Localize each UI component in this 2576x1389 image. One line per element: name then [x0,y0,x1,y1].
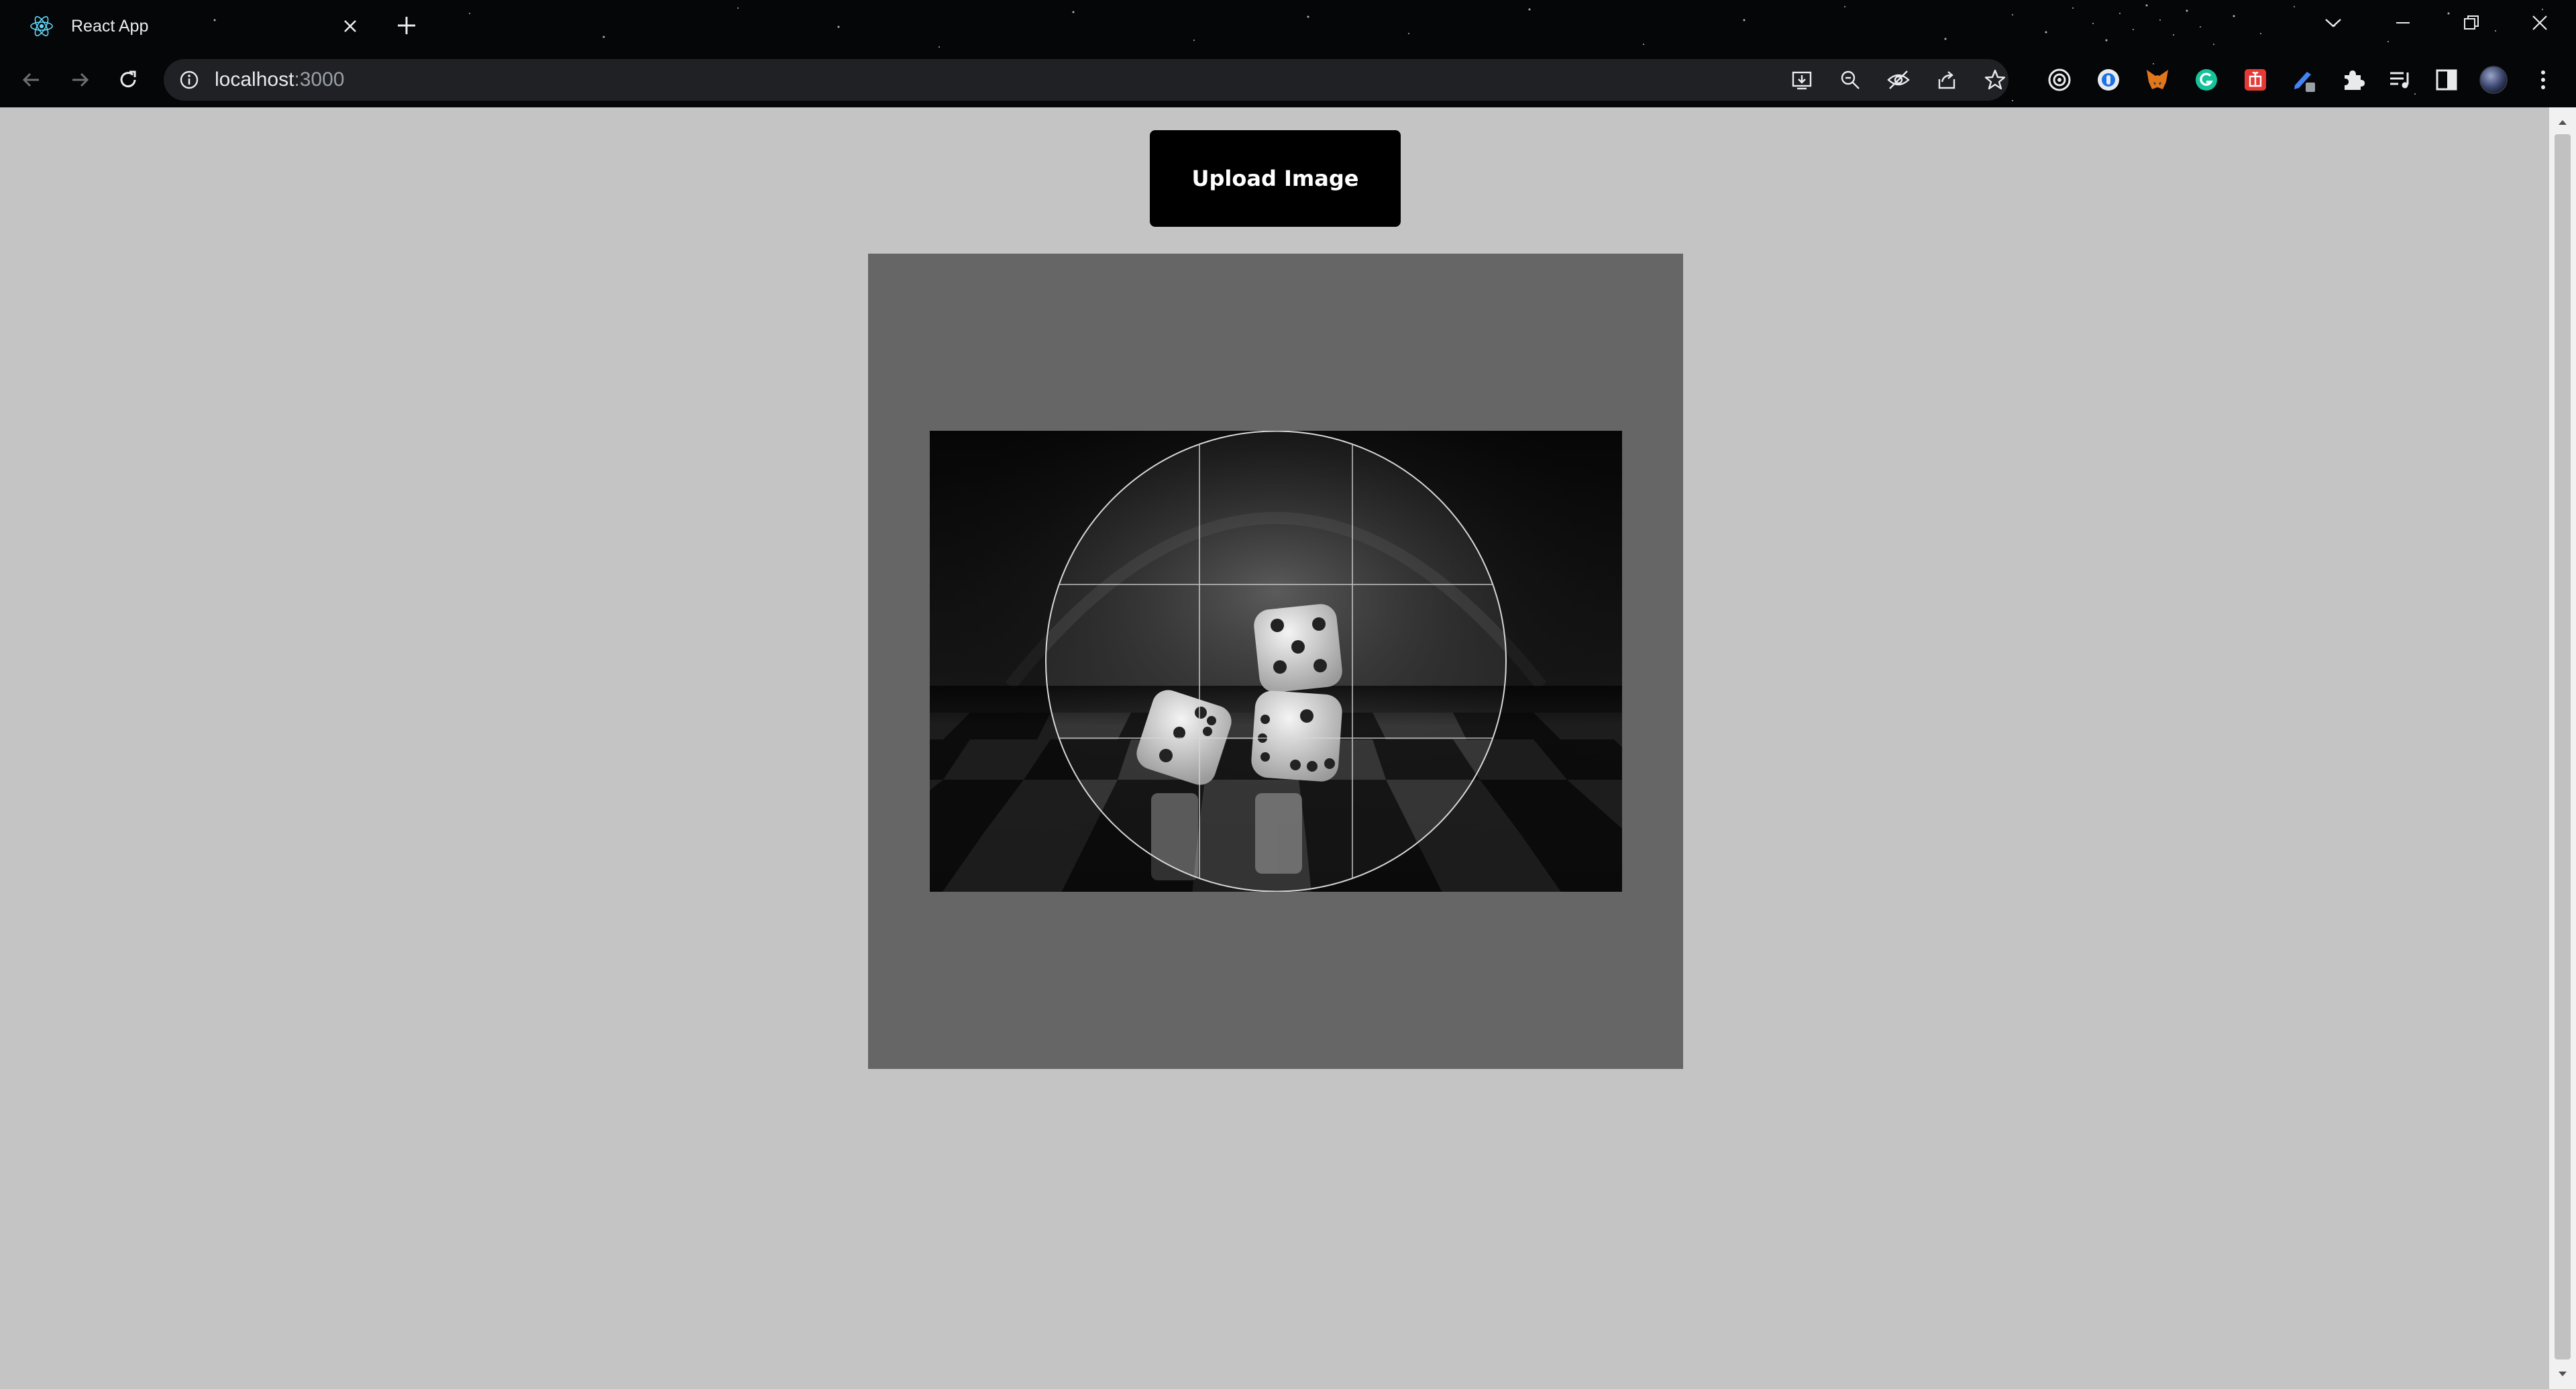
address-bar[interactable]: localhost:3000 [164,59,2008,101]
tracking-protection-icon[interactable] [1886,68,1911,92]
new-tab-icon[interactable] [392,11,421,40]
zoom-icon[interactable] [1838,68,1862,92]
react-logo-icon [30,16,53,36]
image-crop-area [868,254,1683,1069]
extension-target-icon[interactable] [2045,66,2074,94]
site-info-icon[interactable] [178,69,200,91]
die-five [1254,604,1342,692]
browser-menu-icon[interactable] [2529,66,2557,94]
upload-image-button[interactable]: Upload Image [1150,130,1401,227]
scroll-up-arrow-icon[interactable] [2549,110,2576,134]
share-icon[interactable] [1935,68,1959,92]
extension-red-gift-icon[interactable] [2241,66,2269,94]
side-panel-icon[interactable] [2432,66,2461,94]
bookmark-star-icon[interactable] [1983,68,2007,92]
extensions-puzzle-icon[interactable] [2339,66,2367,94]
extension-metamask-icon[interactable] [2143,66,2171,94]
tab-search-icon[interactable] [2313,8,2353,38]
profile-avatar[interactable] [2479,66,2508,94]
close-window-icon[interactable] [2520,8,2560,38]
reload-icon[interactable] [113,64,144,95]
extension-pen-icon[interactable] [2290,66,2318,94]
url-host: localhost [215,68,294,91]
die-six [1251,690,1342,782]
scroll-down-arrow-icon[interactable] [2549,1362,2576,1386]
page-scrollbar[interactable] [2549,107,2576,1389]
browser-toolbar: localhost:3000 [0,56,2576,103]
url-text[interactable]: localhost:3000 [215,68,344,91]
back-arrow-icon[interactable] [16,64,47,95]
forward-arrow-icon[interactable] [64,64,95,95]
install-app-icon[interactable] [1790,68,1814,92]
extension-password-icon[interactable] [2094,66,2123,94]
page-content: Upload Image [0,107,2549,1389]
scrollbar-thumb[interactable] [2555,134,2571,1359]
minimize-icon[interactable] [2383,8,2423,38]
browser-tab[interactable]: React App [15,3,370,50]
tab-title: React App [71,16,149,36]
restore-icon[interactable] [2451,8,2491,38]
dice-photo[interactable] [930,431,1622,892]
browser-chrome: React App localhost:3000 [0,0,2576,107]
close-tab-icon[interactable] [337,13,364,40]
media-queue-icon[interactable] [2386,66,2414,94]
url-port: :3000 [294,68,345,91]
extension-grammarly-icon[interactable] [2192,66,2220,94]
